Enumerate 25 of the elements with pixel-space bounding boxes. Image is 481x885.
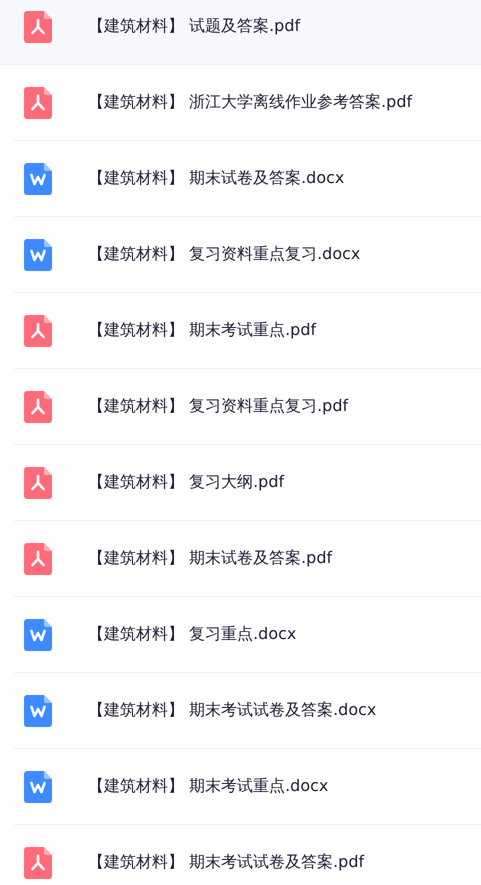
file-name: 【建筑材料】 浙江大学离线作业参考答案.pdf [88, 92, 412, 113]
pdf-file-icon [24, 846, 52, 878]
file-row[interactable]: 【建筑材料】 试题及答案.pdf [0, 0, 481, 65]
word-file-icon [24, 162, 52, 194]
file-name: 【建筑材料】 期末试卷及答案.pdf [88, 548, 332, 569]
file-name: 【建筑材料】 复习重点.docx [88, 624, 296, 645]
file-name: 【建筑材料】 期末考试重点.pdf [88, 320, 316, 341]
pdf-file-icon [24, 314, 52, 346]
file-name: 【建筑材料】 复习大纲.pdf [88, 472, 284, 493]
file-name: 【建筑材料】 期末考试试卷及答案.pdf [88, 852, 364, 873]
word-file-icon [24, 694, 52, 726]
file-name: 【建筑材料】 复习资料重点复习.pdf [88, 396, 348, 417]
pdf-file-icon [24, 466, 52, 498]
file-name: 【建筑材料】 复习资料重点复习.docx [88, 244, 360, 265]
pdf-file-icon [24, 390, 52, 422]
pdf-file-icon [24, 542, 52, 574]
pdf-file-icon [24, 86, 52, 118]
file-name: 【建筑材料】 期末考试重点.docx [88, 776, 328, 797]
file-name: 【建筑材料】 期末试卷及答案.docx [88, 168, 344, 189]
word-file-icon [24, 770, 52, 802]
file-name: 【建筑材料】 期末考试试卷及答案.docx [88, 700, 376, 721]
pdf-file-icon [24, 10, 52, 42]
word-file-icon [24, 618, 52, 650]
file-name: 【建筑材料】 试题及答案.pdf [88, 16, 300, 37]
word-file-icon [24, 238, 52, 270]
